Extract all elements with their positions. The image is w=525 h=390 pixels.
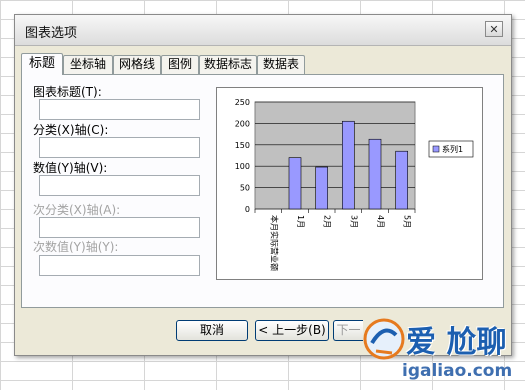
tab-legend[interactable]: 图例: [161, 55, 199, 74]
tab-data-labels[interactable]: 数据标志: [199, 55, 257, 74]
watermark: 爱 尬聊 igaliao.com: [362, 303, 522, 387]
watermark-text: 爱 尬聊: [406, 325, 507, 360]
back-button[interactable]: < 上一步(B): [255, 320, 329, 341]
x-tick-label: 本月实际营业额: [269, 215, 279, 271]
value-axis-input[interactable]: [39, 175, 200, 196]
tab-axes[interactable]: 坐标轴: [63, 55, 113, 74]
bar: [342, 120, 355, 210]
y-tick-label: 50: [240, 184, 250, 193]
watermark-url: igaliao.com: [402, 361, 513, 381]
tab-data-table[interactable]: 数据表: [257, 55, 305, 74]
bar: [315, 166, 328, 210]
tab-label: 坐标轴: [69, 57, 106, 71]
x-tick-label: 2月: [323, 215, 332, 228]
tab-label: 图例: [167, 57, 192, 71]
chart-svg: 0 50 100 150 200 250 本月实际营业额 1月 2月 3月 4月 5月 系列1: [235, 98, 474, 271]
tab-label: 数据标志: [203, 57, 252, 71]
chart-preview: 0 50 100 150 200 250 本月实际营业额 1月 2月 3月 4月 5月 系列1: [216, 87, 483, 280]
x-tick-label: 4月: [376, 215, 385, 228]
tab-gridlines[interactable]: 网格线: [113, 55, 161, 74]
x-tick-label: 1月: [296, 215, 305, 228]
tab-label: 网格线: [118, 57, 155, 71]
secondary-value-axis-input: [39, 255, 200, 276]
y-tick-label: 250: [235, 98, 250, 107]
close-icon: ✕: [489, 23, 499, 36]
category-axis-label: 分类(X)轴(C):: [33, 123, 109, 137]
legend-swatch: [432, 145, 440, 153]
value-axis-label: 数值(Y)轴(V):: [33, 161, 108, 175]
tab-titles[interactable]: 标题: [21, 53, 63, 75]
dialog-titlebar: 图表选项 ✕: [15, 15, 511, 46]
y-tick-label: 0: [245, 205, 250, 214]
y-tick-label: 100: [235, 162, 250, 171]
x-tick-label: 3月: [349, 215, 358, 228]
bar: [288, 157, 302, 210]
tab-label: 标题: [28, 56, 55, 71]
cancel-button[interactable]: 取消: [176, 320, 248, 341]
next-button[interactable]: 下一: [333, 320, 363, 341]
y-tick-label: 200: [235, 119, 250, 128]
cancel-button-label: 取消: [199, 323, 224, 337]
watermark-logo-icon: [363, 318, 405, 360]
plot-area: [254, 101, 416, 210]
chart-title-input[interactable]: [39, 99, 200, 120]
bar: [368, 138, 382, 210]
secondary-category-axis-label: 次分类(X)轴(A):: [33, 203, 121, 217]
back-button-label: < 上一步(B): [258, 323, 326, 337]
category-axis-input[interactable]: [39, 137, 200, 158]
next-button-label: 下一: [336, 323, 361, 337]
secondary-value-axis-label: 次数值(Y)轴(Y):: [33, 240, 119, 254]
tab-label: 数据表: [262, 57, 299, 71]
y-tick-label: 150: [235, 141, 250, 150]
x-tick-label: 5月: [403, 215, 412, 228]
secondary-category-axis-input: [39, 217, 200, 238]
dialog-title: 图表选项: [25, 26, 78, 41]
close-button[interactable]: ✕: [485, 21, 503, 37]
bar: [395, 150, 408, 210]
chart-title-label: 图表标题(T):: [33, 85, 102, 99]
legend-label: 系列1: [442, 144, 463, 154]
